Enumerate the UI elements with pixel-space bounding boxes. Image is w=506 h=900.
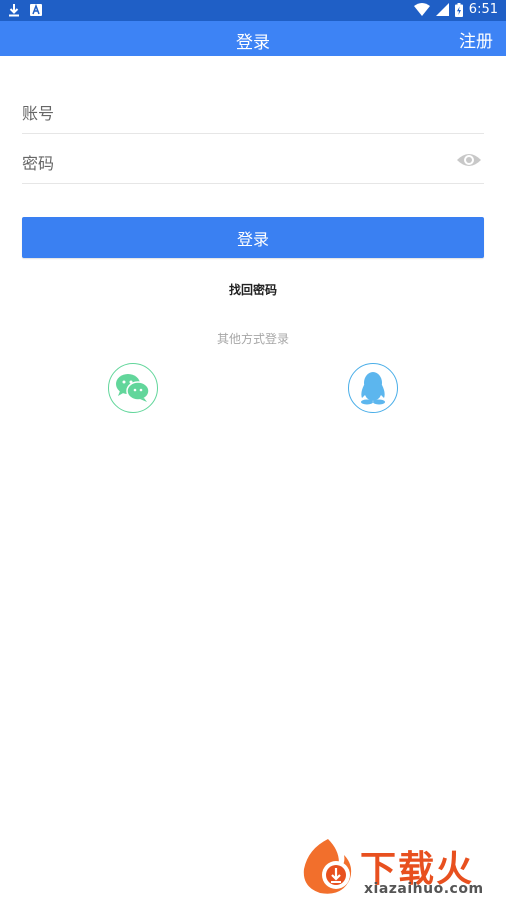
forgot-password-link[interactable]: 找回密码 [0,281,506,298]
download-icon [9,4,19,17]
status-bar-right: 6:51 [413,2,498,17]
qq-login-button[interactable] [348,363,398,413]
wechat-login-button[interactable] [108,363,158,413]
keyboard-a-icon [30,4,42,16]
status-bar: 6:51 [0,0,506,21]
watermark-url: xiazaihuo.com [364,881,484,897]
password-input[interactable] [22,145,442,181]
battery-charging-icon [454,2,463,17]
app-bar: 登录 注册 [0,21,506,56]
login-button[interactable]: 登录 [22,217,484,258]
other-login-label: 其他方式登录 [216,332,289,346]
page-title: 登录 [236,33,270,53]
status-bar-left [8,3,42,17]
wechat-icon [116,374,150,402]
signal-icon [435,3,449,16]
wifi-icon [413,3,430,16]
password-field [22,145,484,184]
account-field [22,95,484,134]
qq-icon [361,372,385,405]
account-input[interactable] [22,95,442,131]
status-time: 6:51 [468,2,498,17]
eye-icon[interactable] [456,151,482,169]
register-button[interactable]: 注册 [459,27,493,52]
